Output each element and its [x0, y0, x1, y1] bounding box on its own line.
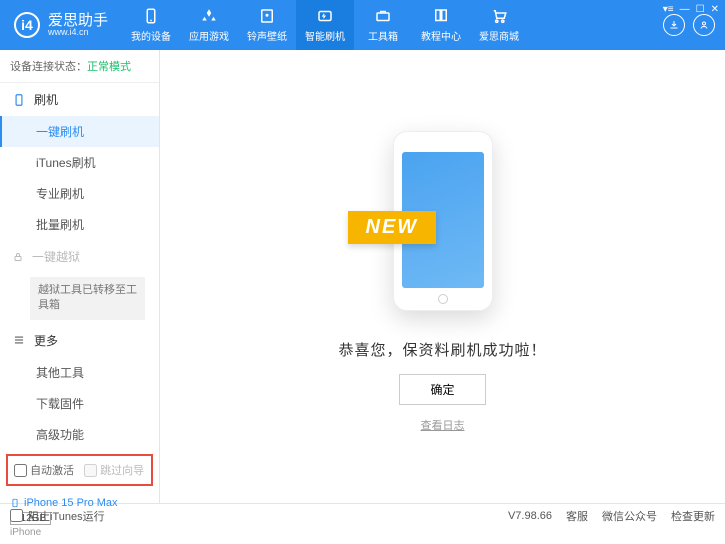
- title-right-buttons: [663, 14, 725, 36]
- app-url: www.i4.cn: [48, 28, 108, 37]
- sidebar-header-flash[interactable]: 刷机: [0, 83, 159, 116]
- status-value: 正常模式: [87, 61, 131, 73]
- phone-icon: [12, 93, 26, 107]
- nav-flash[interactable]: 智能刷机: [296, 0, 354, 50]
- user-icon: [698, 19, 710, 31]
- skip-guide-option[interactable]: 跳过向导: [84, 462, 144, 478]
- main-content: NEW 恭喜您，保资料刷机成功啦！ 确定 查看日志: [160, 50, 725, 503]
- app-logo: i4 爱思助手 www.i4.cn: [0, 12, 122, 38]
- cart-icon: [490, 7, 508, 25]
- new-ribbon: NEW: [348, 211, 437, 244]
- download-button[interactable]: [663, 14, 685, 36]
- minimize-icon[interactable]: —: [680, 4, 690, 15]
- sidebar-item-advanced[interactable]: 高级功能: [0, 419, 159, 450]
- block-itunes-label: 阻止iTunes运行: [28, 508, 105, 524]
- sidebar-item-download-fw[interactable]: 下载固件: [0, 388, 159, 419]
- close-icon[interactable]: ✕: [711, 4, 719, 15]
- result-message: 恭喜您，保资料刷机成功啦！: [338, 339, 546, 360]
- user-button[interactable]: [693, 14, 715, 36]
- flash-icon: [316, 7, 334, 25]
- download-icon: [668, 19, 680, 31]
- top-nav: 我的设备 应用游戏 铃声壁纸 智能刷机 工具箱 教程中心 爱思商城: [122, 0, 663, 50]
- toolbox-icon: [374, 7, 392, 25]
- sidebar: 设备连接状态：正常模式 刷机 一键刷机 iTunes刷机 专业刷机 批量刷机 一…: [0, 50, 160, 503]
- wallpaper-icon: [258, 7, 276, 25]
- success-illustration: NEW: [368, 121, 518, 321]
- sidebar-item-pro-flash[interactable]: 专业刷机: [0, 178, 159, 209]
- apps-icon: [200, 7, 218, 25]
- nav-apps[interactable]: 应用游戏: [180, 0, 238, 50]
- sidebar-header-jailbreak: 一键越狱: [0, 240, 159, 273]
- auto-activate-option[interactable]: 自动激活: [14, 462, 74, 478]
- view-log-link[interactable]: 查看日志: [421, 417, 465, 433]
- title-bar: ▾≡ — ☐ ✕ i4 爱思助手 www.i4.cn 我的设备 应用游戏 铃声壁…: [0, 0, 725, 50]
- footer-wechat[interactable]: 微信公众号: [602, 508, 657, 524]
- book-icon: [432, 7, 450, 25]
- ok-button[interactable]: 确定: [399, 374, 485, 405]
- window-controls: ▾≡ — ☐ ✕: [663, 4, 719, 15]
- nav-store[interactable]: 爱思商城: [470, 0, 528, 50]
- menu-lines-icon: [12, 333, 26, 347]
- lock-icon: [12, 251, 24, 263]
- flash-options-row: 自动激活 跳过向导: [6, 454, 153, 486]
- device-icon: [142, 7, 160, 25]
- sidebar-item-other-tools[interactable]: 其他工具: [0, 357, 159, 388]
- app-title: 爱思助手: [48, 13, 108, 28]
- logo-icon: i4: [14, 12, 40, 38]
- nav-my-device[interactable]: 我的设备: [122, 0, 180, 50]
- menu-icon[interactable]: ▾≡: [663, 4, 674, 15]
- device-status: 设备连接状态：正常模式: [0, 50, 159, 83]
- skip-guide-checkbox: [84, 464, 97, 477]
- sidebar-header-more[interactable]: 更多: [0, 324, 159, 357]
- nav-toolbox[interactable]: 工具箱: [354, 0, 412, 50]
- device-type: iPhone: [10, 527, 149, 538]
- sidebar-item-batch-flash[interactable]: 批量刷机: [0, 209, 159, 240]
- nav-tutorials[interactable]: 教程中心: [412, 0, 470, 50]
- footer-update[interactable]: 检查更新: [671, 508, 715, 524]
- maximize-icon[interactable]: ☐: [696, 4, 705, 15]
- footer-support[interactable]: 客服: [566, 508, 588, 524]
- auto-activate-checkbox[interactable]: [14, 464, 27, 477]
- jailbreak-note: 越狱工具已转移至工具箱: [30, 277, 145, 320]
- version-label: V7.98.66: [508, 510, 552, 522]
- block-itunes-checkbox[interactable]: [10, 509, 23, 522]
- nav-ringtones[interactable]: 铃声壁纸: [238, 0, 296, 50]
- sidebar-item-itunes-flash[interactable]: iTunes刷机: [0, 147, 159, 178]
- sidebar-item-onekey-flash[interactable]: 一键刷机: [0, 116, 159, 147]
